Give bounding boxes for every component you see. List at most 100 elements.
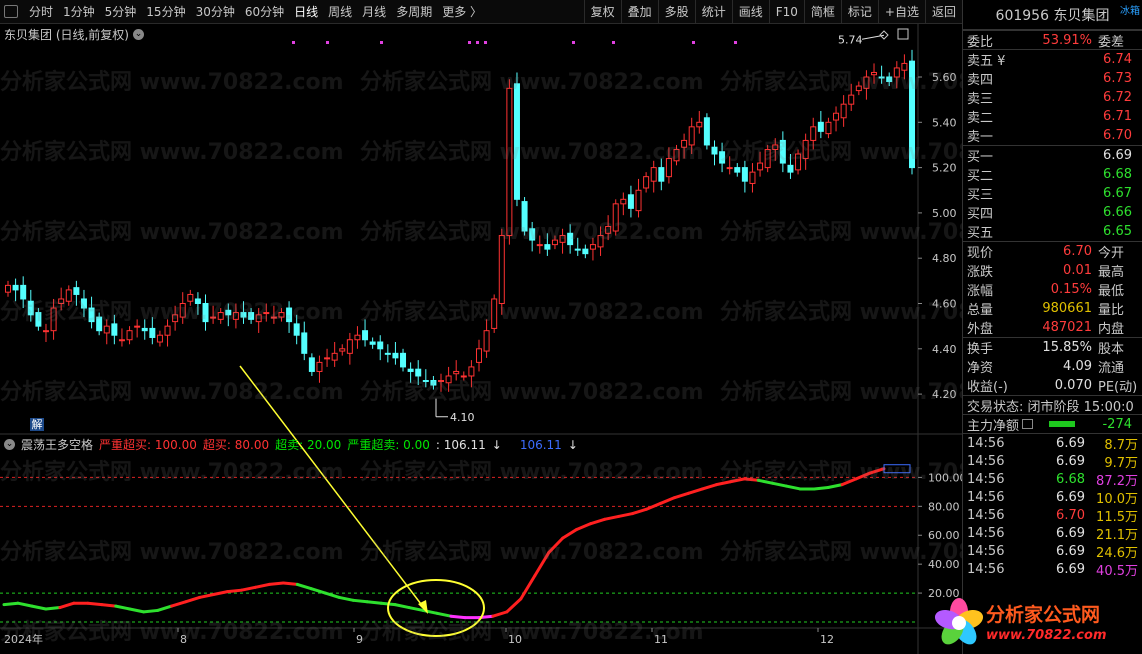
candle-body: [802, 139, 809, 160]
trade-row: 14:56 6.68 87.2万: [967, 471, 1138, 489]
kline-chart[interactable]: 5.60 5.40 5.20 5.00 4.80 4.60 4.40 4.20 100.00 80…: [0, 24, 962, 654]
candle-body: [848, 94, 855, 105]
indicator-segment: [519, 574, 537, 601]
toolbar-button[interactable]: 画线: [731, 0, 769, 24]
list-item: 卖五 ¥6.74: [967, 52, 1132, 69]
candle-body: [612, 203, 619, 232]
indicator-segment: [58, 601, 76, 610]
list-item: 现价 6.70 今开: [967, 244, 1125, 261]
table-icon[interactable]: [1022, 419, 1034, 429]
period-tab[interactable]: 周线: [323, 3, 357, 20]
price-tick-label: 5.40: [932, 116, 957, 129]
chevron-down-icon[interactable]: ⌄: [133, 29, 144, 40]
trade-row: 14:56 6.69 40.5万: [967, 561, 1138, 579]
indicator-segment: [547, 536, 565, 555]
candle-body: [536, 244, 543, 247]
indicator-segment: [309, 587, 327, 595]
candle-body: [855, 85, 862, 92]
candle-body: [354, 334, 361, 341]
toolbar-button[interactable]: 返回: [924, 0, 962, 24]
candle-body: [658, 167, 665, 182]
window-icon[interactable]: [4, 5, 18, 18]
period-tab[interactable]: 30分钟: [191, 3, 240, 20]
toolbar-button[interactable]: F10: [768, 0, 804, 24]
indicator-segment: [351, 598, 369, 604]
period-tab[interactable]: 多周期: [391, 3, 437, 20]
toolbar-button[interactable]: 统计: [694, 0, 732, 24]
candle-body: [156, 334, 163, 343]
candle-body: [96, 316, 103, 332]
high-label: 5.74: [838, 33, 863, 46]
candle-body: [134, 325, 141, 328]
candle-body: [111, 323, 118, 336]
candle-body: [270, 316, 277, 319]
trade-status: 交易状态: 闭市阶段 15:00:0: [963, 395, 1142, 415]
candle-body: [445, 375, 452, 384]
candle-body: [240, 312, 247, 318]
arrow-down-icon: ↓: [491, 437, 502, 452]
trade-row: 14:56 6.69 24.6万: [967, 543, 1138, 561]
period-tab[interactable]: 日线: [289, 3, 323, 20]
indicator-segment: [323, 591, 341, 599]
indicator-name[interactable]: 震荡王多空格: [21, 436, 93, 453]
candle-body: [187, 293, 194, 302]
candle-body: [88, 307, 95, 323]
indicator-legend: ⌄ 震荡王多空格 严重超买: 100.00 超买: 80.00 超卖: 20.0…: [4, 436, 578, 453]
toolbar-button[interactable]: 多股: [657, 0, 695, 24]
candle-body: [438, 380, 445, 383]
candle-body: [50, 307, 57, 332]
indicator-segment: [659, 496, 676, 505]
candle-body: [726, 167, 733, 170]
candle-body: [118, 339, 125, 342]
indicator-segment: [686, 487, 704, 495]
candle-body: [453, 370, 460, 375]
indicator-segment: [840, 477, 858, 487]
quote-list: 现价 6.70 今开 涨跌 0.01 最高 涨幅 0.15% 最低 总量 980661 量比 外盘 487…: [963, 241, 1142, 337]
toolbar-button[interactable]: 叠加: [620, 0, 658, 24]
stock-tag[interactable]: 冰箱: [1120, 2, 1140, 17]
period-tab[interactable]: 1分钟: [58, 3, 100, 20]
candle-body: [293, 323, 300, 336]
indicator-segment: [225, 588, 243, 594]
candle-body: [719, 151, 726, 164]
period-tab[interactable]: 15分钟: [141, 3, 190, 20]
toolbar-button[interactable]: 标记: [840, 0, 878, 24]
candle-body: [369, 341, 376, 345]
candle-body: [407, 368, 414, 372]
chevron-down-icon[interactable]: ⌄: [4, 439, 15, 450]
list-item: 涨跌 0.01 最高: [967, 263, 1125, 280]
candle-body: [498, 235, 505, 304]
candle-body: [833, 112, 840, 121]
signal-dot: [734, 41, 737, 44]
list-item: 买五 6.65: [967, 224, 1132, 241]
period-tab[interactable]: 更多 〉: [437, 3, 487, 20]
period-tab[interactable]: 60分钟: [240, 3, 289, 20]
indicator-segment: [756, 478, 774, 485]
period-tab[interactable]: 5分钟: [100, 3, 142, 20]
toolbar-button[interactable]: 复权: [583, 0, 621, 24]
list-item: 卖二 6.71: [967, 109, 1132, 126]
indicator-segment: [728, 477, 746, 484]
price-tick-label: 5.60: [932, 71, 957, 84]
toolbar-button[interactable]: 简框: [803, 0, 841, 24]
oversold-label: 超卖: 20.00: [275, 438, 342, 452]
candle-body: [650, 167, 657, 182]
indicator-segment: [86, 601, 104, 607]
candle-body: [42, 330, 49, 333]
period-tab[interactable]: 分时: [24, 3, 58, 20]
candle-body: [688, 126, 695, 146]
period-tab[interactable]: 月线: [357, 3, 391, 20]
jie-badge[interactable]: 解: [30, 418, 44, 431]
candle-body: [574, 248, 581, 251]
indicator-segment: [156, 604, 174, 612]
toolbar-button[interactable]: +自选: [877, 0, 925, 24]
indicator-segment: [170, 600, 188, 608]
list-item: 换手 15.85% 股本: [967, 340, 1125, 357]
indicator-value: : 106.11: [435, 437, 486, 452]
flow-bar: [1049, 421, 1076, 427]
candle-body: [893, 67, 900, 78]
chart-area[interactable]: 5.60 5.40 5.20 5.00 4.80 4.60 4.40 4.20 100.00 80…: [0, 24, 1064, 654]
candle-body: [605, 225, 612, 234]
signal-dot: [292, 41, 295, 44]
indicator-segment: [239, 585, 257, 592]
